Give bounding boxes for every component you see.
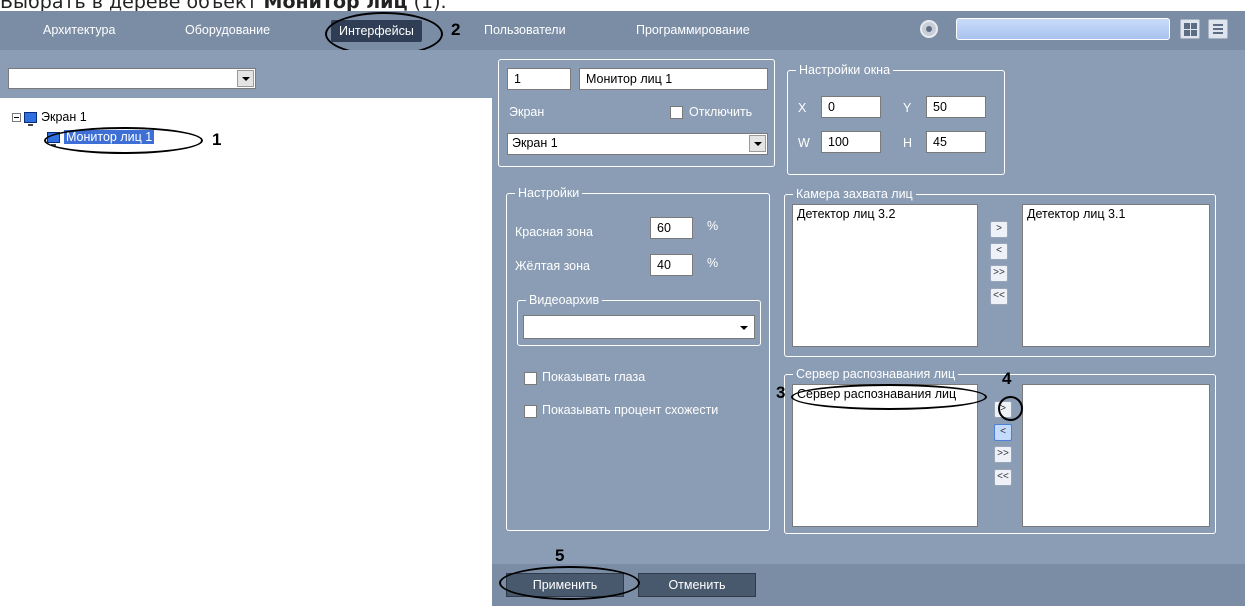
remove-all-cameras-button[interactable]: <<	[990, 288, 1008, 305]
remove-all-servers-button[interactable]: <<	[994, 469, 1012, 486]
menu-users[interactable]: Пользователи	[484, 11, 566, 50]
object-id-field[interactable]: 1	[507, 68, 571, 90]
menu-equipment[interactable]: Оборудование	[185, 11, 270, 50]
cancel-button[interactable]: Отменить	[638, 573, 756, 597]
left-toolbar	[0, 50, 492, 98]
group-title: Настройки окна	[796, 63, 894, 77]
object-header: 1 Монитор лиц 1 Экран Отключить Экран 1	[498, 59, 775, 167]
callout-number-4: 4	[1002, 369, 1012, 388]
yellow-zone-field[interactable]: 40	[650, 254, 693, 276]
x-field[interactable]: 0	[821, 96, 881, 118]
chevron-down-icon[interactable]	[740, 326, 748, 330]
show-eyes-label: Показывать глаза	[542, 370, 646, 384]
percent-label: %	[707, 256, 719, 270]
screen-select[interactable]: Экран 1	[507, 133, 768, 155]
w-field[interactable]: 100	[821, 131, 881, 153]
layout-grid-icon[interactable]	[1180, 19, 1200, 39]
red-zone-field[interactable]: 60	[650, 217, 693, 239]
callout-ellipse-apply	[499, 566, 640, 600]
screen-select-value: Экран 1	[512, 136, 558, 150]
collapse-icon[interactable]	[12, 113, 21, 123]
object-type-select[interactable]	[8, 68, 256, 89]
disable-label: Отключить	[689, 105, 753, 119]
group-title: Сервер распознавания лиц	[793, 367, 959, 381]
red-zone-label: Красная зона	[515, 225, 593, 239]
available-cameras-list[interactable]: Детектор лиц 3.2	[792, 204, 978, 347]
screen-icon	[24, 112, 37, 127]
y-field[interactable]: 50	[926, 96, 986, 118]
list-item[interactable]: Детектор лиц 3.2	[797, 207, 973, 221]
chevron-down-icon[interactable]	[749, 135, 766, 152]
selected-servers-list[interactable]	[1022, 384, 1210, 527]
window-settings-group: Настройки окна X 0 Y 50 W 100 H 45	[787, 63, 1005, 175]
settings-group: Настройки Красная зона 60 % Жёлтая зона …	[506, 186, 770, 531]
settings-panel: 1 Монитор лиц 1 Экран Отключить Экран 1 …	[492, 50, 1245, 564]
selected-cameras-list[interactable]: Детектор лиц 3.1	[1022, 204, 1210, 347]
remove-server-button[interactable]: <	[994, 424, 1012, 441]
x-label: X	[798, 101, 807, 115]
w-label: W	[798, 136, 810, 150]
tree-item-screen[interactable]: Экран 1	[12, 107, 154, 127]
remove-camera-button[interactable]: <	[990, 243, 1008, 260]
list-item[interactable]: Детектор лиц 3.1	[1027, 207, 1205, 221]
percent-label: %	[707, 219, 719, 233]
callout-number-1: 1	[212, 130, 222, 149]
settings-gear-icon[interactable]	[920, 20, 938, 38]
h-label: H	[903, 136, 913, 150]
group-title: Видеоархив	[526, 293, 603, 307]
disable-checkbox[interactable]	[670, 106, 683, 119]
search-input[interactable]	[956, 18, 1170, 40]
callout-ellipse-server-item	[791, 384, 987, 410]
capture-camera-group: Камера захвата лиц Детектор лиц 3.2 > < …	[784, 187, 1216, 357]
add-camera-button[interactable]: >	[990, 221, 1008, 238]
menu-architecture[interactable]: Архитектура	[43, 11, 115, 50]
group-title: Камера захвата лиц	[793, 187, 916, 201]
screen-label: Экран	[509, 105, 545, 119]
callout-number-2: 2	[451, 20, 461, 39]
yellow-zone-label: Жёлтая зона	[515, 259, 590, 273]
h-field[interactable]: 45	[926, 131, 986, 153]
menu-programming[interactable]: Программирование	[636, 11, 750, 50]
add-all-servers-button[interactable]: >>	[994, 446, 1012, 463]
callout-number-3: 3	[776, 383, 786, 402]
tree-item-label: Экран 1	[41, 110, 87, 124]
callout-number-5: 5	[555, 546, 565, 565]
chevron-down-icon[interactable]	[237, 70, 254, 87]
show-percent-checkbox[interactable]	[524, 405, 537, 418]
show-percent-label: Показывать процент схожести	[542, 403, 719, 417]
y-label: Y	[903, 101, 912, 115]
video-archive-select[interactable]	[523, 315, 755, 339]
video-archive-group: Видеоархив	[517, 293, 761, 346]
menu-lines-icon[interactable]	[1208, 19, 1228, 39]
object-name-field[interactable]: Монитор лиц 1	[579, 68, 768, 90]
add-all-cameras-button[interactable]: >>	[990, 265, 1008, 282]
callout-ellipse-tree-item	[44, 127, 203, 154]
show-eyes-checkbox[interactable]	[524, 372, 537, 385]
callout-ellipse-add-button	[998, 396, 1023, 421]
group-title: Настройки	[515, 186, 583, 200]
